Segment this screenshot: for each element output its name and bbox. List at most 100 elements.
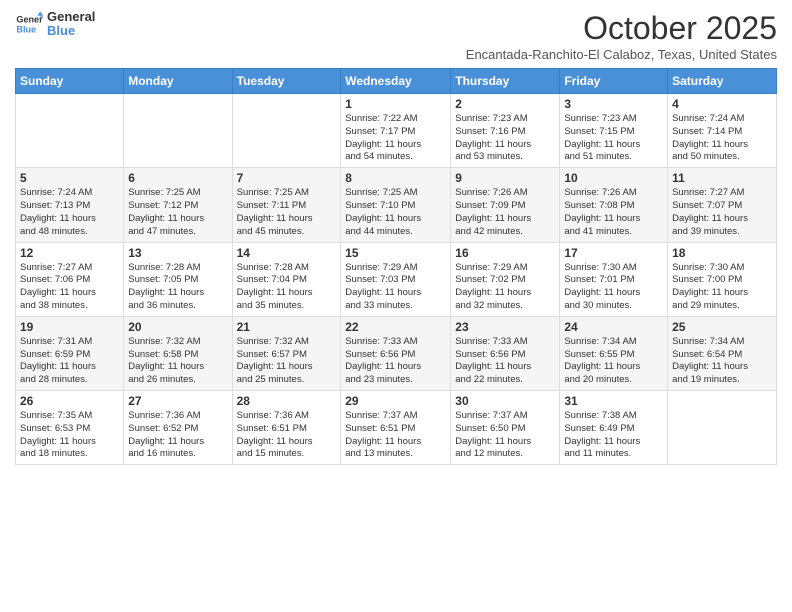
sunset-text: Sunset: 6:50 PM bbox=[455, 423, 525, 434]
daylight-hours: Daylight: 11 hoursand 29 minutes. bbox=[672, 287, 748, 311]
cell-content: Sunrise: 7:28 AMSunset: 7:05 PMDaylight:… bbox=[128, 262, 227, 313]
cell-content: Sunrise: 7:24 AMSunset: 7:13 PMDaylight:… bbox=[20, 187, 119, 238]
daylight-hours: Daylight: 11 hoursand 38 minutes. bbox=[20, 287, 96, 311]
calendar-cell: 18Sunrise: 7:30 AMSunset: 7:00 PMDayligh… bbox=[668, 242, 777, 316]
calendar-cell: 12 Sunrise: 7:27 AMSunset: 7:06 PMDayligh… bbox=[16, 242, 124, 316]
sunrise-text: Sunrise: 7:26 AM bbox=[564, 187, 636, 198]
calendar-header-monday: Monday bbox=[124, 69, 232, 94]
sunrise-text: Sunrise: 7:36 AM bbox=[237, 410, 309, 421]
day-number: 10 bbox=[564, 171, 663, 185]
sunrise-text: Sunrise: 7:24 AM bbox=[20, 187, 92, 198]
sunset-text: Sunset: 7:05 PM bbox=[128, 274, 198, 285]
daylight-hours: Daylight: 11 hoursand 47 minutes. bbox=[128, 213, 204, 237]
sunrise-text: Sunrise: 7:30 AM bbox=[564, 262, 636, 273]
calendar-cell bbox=[668, 391, 777, 465]
calendar-cell: 1Sunrise: 7:22 AMSunset: 7:17 PMDaylight… bbox=[341, 94, 451, 168]
sunrise-text: Sunrise: 7:32 AM bbox=[128, 336, 200, 347]
daylight-hours: Daylight: 11 hoursand 23 minutes. bbox=[345, 361, 421, 385]
day-number: 5 bbox=[20, 171, 119, 185]
daylight-hours: Daylight: 11 hoursand 13 minutes. bbox=[345, 436, 421, 460]
sunset-text: Sunset: 7:09 PM bbox=[455, 200, 525, 211]
sunset-text: Sunset: 7:01 PM bbox=[564, 274, 634, 285]
sunrise-text: Sunrise: 7:29 AM bbox=[455, 262, 527, 273]
calendar-table: SundayMondayTuesdayWednesdayThursdayFrid… bbox=[15, 68, 777, 465]
sunset-text: Sunset: 7:03 PM bbox=[345, 274, 415, 285]
day-number: 31 bbox=[564, 394, 663, 408]
day-number: 22 bbox=[345, 320, 446, 334]
daylight-hours: Daylight: 11 hoursand 25 minutes. bbox=[237, 361, 313, 385]
sunrise-text: Sunrise: 7:23 AM bbox=[455, 113, 527, 124]
calendar-cell: 13Sunrise: 7:28 AMSunset: 7:05 PMDayligh… bbox=[124, 242, 232, 316]
day-number: 4 bbox=[672, 97, 772, 111]
sunrise-text: Sunrise: 7:23 AM bbox=[564, 113, 636, 124]
location: Encantada-Ranchito-El Calaboz, Texas, Un… bbox=[466, 47, 777, 62]
sunset-text: Sunset: 6:58 PM bbox=[128, 349, 198, 360]
sunset-text: Sunset: 7:14 PM bbox=[672, 126, 742, 137]
sunset-text: Sunset: 7:13 PM bbox=[20, 200, 90, 211]
cell-content: Sunrise: 7:29 AMSunset: 7:02 PMDaylight:… bbox=[455, 262, 555, 313]
calendar-cell bbox=[16, 94, 124, 168]
daylight-hours: Daylight: 11 hoursand 44 minutes. bbox=[345, 213, 421, 237]
sunset-text: Sunset: 6:54 PM bbox=[672, 349, 742, 360]
cell-content: Sunrise: 7:25 AMSunset: 7:12 PMDaylight:… bbox=[128, 187, 227, 238]
calendar-cell: 29 Sunrise: 7:37 AM Sunset: 6:51 PM Dayligh… bbox=[341, 391, 451, 465]
cell-content: Sunrise: 7:27 AMSunset: 7:06 PMDaylight:… bbox=[20, 262, 119, 313]
sunset-text: Sunset: 7:16 PM bbox=[455, 126, 525, 137]
sunset-text: Sunset: 6:51 PM bbox=[345, 423, 415, 434]
cell-content: Sunrise: 7:34 AMSunset: 6:54 PMDaylight:… bbox=[672, 336, 772, 387]
day-number: 3 bbox=[564, 97, 663, 111]
calendar-cell: 28 Sunrise: 7:36 AMSunset: 6:51 PMDayligh… bbox=[232, 391, 341, 465]
calendar-cell: 8 Sunrise: 7:25 AMSunset: 7:10 PMDaylight… bbox=[341, 168, 451, 242]
day-number: 29 bbox=[345, 394, 446, 408]
day-number: 30 bbox=[455, 394, 555, 408]
sunrise-text: Sunrise: 7:37 AM bbox=[345, 410, 417, 421]
cell-content: Sunrise: 7:26 AMSunset: 7:09 PMDaylight:… bbox=[455, 187, 555, 238]
daylight-hours: Daylight: 11 hoursand 16 minutes. bbox=[128, 436, 204, 460]
calendar-cell: 23Sunrise: 7:33 AMSunset: 6:56 PMDayligh… bbox=[451, 316, 560, 390]
cell-content: Sunrise: 7:25 AMSunset: 7:11 PMDaylight:… bbox=[237, 187, 337, 238]
calendar-cell bbox=[124, 94, 232, 168]
calendar-week-3: 12 Sunrise: 7:27 AMSunset: 7:06 PMDayligh… bbox=[16, 242, 777, 316]
day-number: 15 bbox=[345, 246, 446, 260]
daylight-hours: Daylight: 11 hoursand 54 minutes. bbox=[345, 139, 421, 163]
sunset-text: Sunset: 6:56 PM bbox=[345, 349, 415, 360]
day-number: 27 bbox=[128, 394, 227, 408]
sunset-text: Sunset: 6:53 PM bbox=[20, 423, 90, 434]
sunrise-text: Sunrise: 7:30 AM bbox=[672, 262, 744, 273]
calendar-cell: 20Sunrise: 7:32 AMSunset: 6:58 PMDayligh… bbox=[124, 316, 232, 390]
day-number: 12 bbox=[20, 246, 119, 260]
daylight-hours: Daylight: 11 hoursand 18 minutes. bbox=[20, 436, 96, 460]
day-number: 2 bbox=[455, 97, 555, 111]
sunset-text: Sunset: 6:59 PM bbox=[20, 349, 90, 360]
sunset-text: Sunset: 6:56 PM bbox=[455, 349, 525, 360]
month-title: October 2025 bbox=[466, 10, 777, 47]
calendar-week-4: 19Sunrise: 7:31 AMSunset: 6:59 PMDayligh… bbox=[16, 316, 777, 390]
calendar-header-wednesday: Wednesday bbox=[341, 69, 451, 94]
daylight-hours: Daylight: 11 hoursand 15 minutes. bbox=[237, 436, 313, 460]
cell-content: Sunrise: 7:36 AMSunset: 6:51 PMDaylight:… bbox=[237, 410, 337, 461]
page: General Blue General Blue October 2025 E… bbox=[0, 0, 792, 612]
calendar-cell: 3Sunrise: 7:23 AMSunset: 7:15 PMDaylight… bbox=[560, 94, 668, 168]
cell-content: Sunrise: 7:25 AMSunset: 7:10 PMDaylight:… bbox=[345, 187, 446, 238]
daylight-hours: Daylight: 11 hoursand 22 minutes. bbox=[455, 361, 531, 385]
day-number: 8 bbox=[345, 171, 446, 185]
title-block: October 2025 Encantada-Ranchito-El Calab… bbox=[466, 10, 777, 62]
day-number: 1 bbox=[345, 97, 446, 111]
day-number: 9 bbox=[455, 171, 555, 185]
daylight-hours: Daylight: 11 hoursand 11 minutes. bbox=[564, 436, 640, 460]
sunset-text: Sunset: 7:17 PM bbox=[345, 126, 415, 137]
calendar-week-2: 5 Sunrise: 7:24 AM Sunset: 7:13 PM Daylight… bbox=[16, 168, 777, 242]
svg-text:General: General bbox=[16, 15, 43, 25]
calendar-header-row: SundayMondayTuesdayWednesdayThursdayFrid… bbox=[16, 69, 777, 94]
logo: General Blue General Blue bbox=[15, 10, 95, 39]
cell-content: Sunrise: 7:27 AMSunset: 7:07 PMDaylight:… bbox=[672, 187, 772, 238]
calendar-cell: 9 Sunrise: 7:26 AMSunset: 7:09 PMDaylight… bbox=[451, 168, 560, 242]
cell-content: Sunrise: 7:26 AMSunset: 7:08 PMDaylight:… bbox=[564, 187, 663, 238]
sunrise-text: Sunrise: 7:28 AM bbox=[128, 262, 200, 273]
day-number: 28 bbox=[237, 394, 337, 408]
daylight-hours: Daylight: 11 hoursand 28 minutes. bbox=[20, 361, 96, 385]
sunset-text: Sunset: 7:15 PM bbox=[564, 126, 634, 137]
sunset-text: Sunset: 7:00 PM bbox=[672, 274, 742, 285]
calendar-header-tuesday: Tuesday bbox=[232, 69, 341, 94]
cell-content: Sunrise: 7:36 AMSunset: 6:52 PMDaylight:… bbox=[128, 410, 227, 461]
